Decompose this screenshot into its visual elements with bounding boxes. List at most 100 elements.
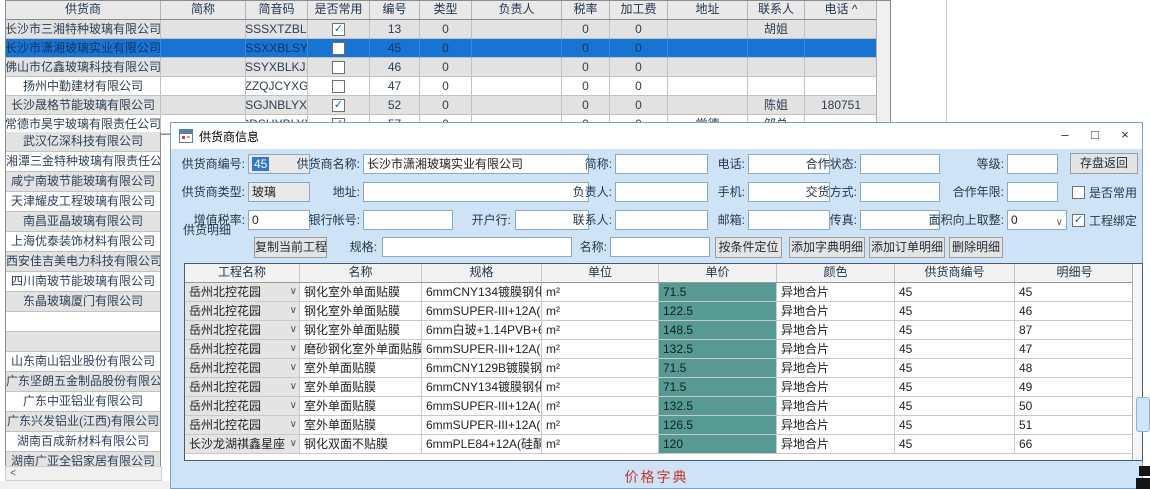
detail-table-row[interactable]: 岳州北控花园∨钢化室外单面贴膜6mmSUPER-III+12A(硅...m²12…	[185, 302, 1142, 321]
column-header-10[interactable]: 地址	[668, 1, 748, 19]
detail-table-row[interactable]: 岳州北控花园∨钢化室外单面贴膜6mm白玻+1.14PVB+6mm...m²148…	[185, 321, 1142, 340]
list-item[interactable]: 广东兴发铝业(江西)有限公司	[6, 412, 160, 432]
contact-field[interactable]	[615, 210, 708, 230]
common-use-checkbox[interactable]	[332, 61, 345, 74]
coop-years-field[interactable]	[1007, 182, 1058, 202]
copy-current-project-button[interactable]: 复制当前工程	[254, 237, 327, 258]
chevron-down-icon[interactable]: ∨	[290, 321, 297, 339]
list-item[interactable]: 西安佳吉美电力科技有限公司	[6, 252, 160, 272]
detail-column-header-2[interactable]: 名称	[300, 264, 422, 282]
chevron-down-icon[interactable]: ∨	[290, 359, 297, 377]
delete-detail-button[interactable]: 删除明细	[949, 237, 1003, 258]
add-dictionary-detail-button[interactable]: 添加字典明细	[789, 237, 865, 258]
detail-table-row[interactable]: 岳州北控花园∨磨砂钢化室外单面贴膜6mmSUPER-III+12A(硅...m²…	[185, 340, 1142, 359]
close-button[interactable]: ×	[1110, 123, 1140, 149]
chevron-down-icon[interactable]: ∨	[290, 283, 297, 301]
table-row[interactable]: 长沙市潇湘玻璃实业有限公司CSSXXBLSY...45000	[6, 39, 890, 58]
column-header-11[interactable]: 联系人	[748, 1, 805, 19]
delivery-mode-field[interactable]	[860, 182, 940, 202]
detail-cell[interactable]: 长沙龙湖祺鑫星座∨	[185, 435, 300, 454]
detail-cell[interactable]: 岳州北控花园∨	[185, 302, 300, 321]
column-header-9[interactable]: 加工费	[610, 1, 668, 19]
common-checkbox-box[interactable]	[1072, 186, 1085, 199]
chevron-down-icon[interactable]: ∨	[290, 416, 297, 434]
chevron-down-icon[interactable]: ∨	[290, 340, 297, 358]
detail-table-row[interactable]: 长沙龙湖祺鑫星座∨钢化双面不贴膜6mmPLE84+12A(硅酮胶...m²120…	[185, 435, 1142, 454]
list-item[interactable]	[6, 312, 160, 332]
area-round-combobox[interactable]: 0 ∨	[1007, 210, 1067, 230]
project-bind-checkbox-box[interactable]	[1072, 214, 1085, 227]
detail-table-row[interactable]: 岳州北控花园∨室外单面贴膜6mmCNY134镀膜钢化m²71.5异地合片4549	[185, 378, 1142, 397]
chevron-down-icon[interactable]: ∨	[290, 378, 297, 396]
chevron-down-icon[interactable]: ∨	[1056, 214, 1063, 230]
list-item[interactable]: 东晶玻璃厦门有限公司	[6, 292, 160, 312]
list-item[interactable]: 山东南山铝业股份有限公司	[6, 352, 160, 372]
detail-cell[interactable]: 岳州北控花园∨	[185, 378, 300, 397]
detail-column-header-1[interactable]: 工程名称	[185, 264, 300, 282]
suppliers-vertical-scrollbar[interactable]	[876, 1, 890, 134]
detail-table-row[interactable]: 岳州北控花园∨钢化室外单面贴膜6mmCNY134镀膜钢化m²71.5异地合片45…	[185, 283, 1142, 302]
locate-by-condition-button[interactable]: 按条件定位	[715, 237, 782, 258]
list-item[interactable]: 咸宁南玻节能玻璃有限公司	[6, 172, 160, 192]
list-item[interactable]: 湖南百成新材料有限公司	[6, 432, 160, 452]
column-header-3[interactable]: 简音码	[246, 1, 308, 19]
maximize-button[interactable]: □	[1080, 123, 1110, 149]
detail-column-header-8[interactable]: 明细号	[1015, 264, 1135, 282]
spec-filter-input[interactable]	[382, 237, 572, 257]
detail-cell[interactable]: 岳州北控花园∨	[185, 283, 300, 302]
save-return-button[interactable]: 存盘返回	[1070, 153, 1138, 174]
short-name-field[interactable]	[615, 154, 708, 174]
list-item[interactable]: 广东中亚铝业有限公司	[6, 392, 160, 412]
grade-field[interactable]	[1007, 154, 1058, 174]
table-row[interactable]: 佛山市亿鑫玻璃科技有限公司FSSYXBLKJ...46000	[6, 58, 890, 77]
list-item[interactable]: 上海优泰装饰材料有限公司	[6, 232, 160, 252]
column-header-7[interactable]: 负责人	[472, 1, 562, 19]
detail-cell[interactable]: 岳州北控花园∨	[185, 340, 300, 359]
chevron-down-icon[interactable]: ∨	[290, 302, 297, 320]
detail-cell[interactable]: 岳州北控花园∨	[185, 359, 300, 378]
table-row[interactable]: 长沙市三湘特种玻璃有限公司CSSSXTZBL...13000胡姐	[6, 20, 890, 39]
list-item[interactable]: 南昌亚晶玻璃有限公司	[6, 212, 160, 232]
list-item[interactable]: 广东坚朗五金制品股份有限公司	[6, 372, 160, 392]
list-item[interactable]: 武汉亿深科技有限公司	[6, 132, 160, 152]
name-filter-input[interactable]	[610, 237, 710, 257]
project-bind-checkbox[interactable]: 工程绑定	[1072, 210, 1137, 230]
table-row[interactable]: 长沙晟格节能玻璃有限公司CSSGJNBLYXGS52000陈姐180751	[6, 96, 890, 115]
detail-column-header-5[interactable]: 单价	[659, 264, 777, 282]
column-header-4[interactable]: 是否常用	[308, 1, 370, 19]
column-header-5[interactable]: 编号	[370, 1, 420, 19]
detail-column-header-7[interactable]: 供货商编号	[895, 264, 1015, 282]
chevron-down-icon[interactable]: ∨	[290, 397, 297, 415]
address-field[interactable]	[363, 182, 589, 202]
minimize-button[interactable]: –	[1050, 123, 1080, 149]
supplier-list-horizontal-scrollbar[interactable]: <	[5, 466, 162, 481]
detail-column-header-4[interactable]: 单位	[542, 264, 659, 282]
leader-field[interactable]	[615, 182, 708, 202]
column-header-12[interactable]: 电话 ^	[805, 1, 878, 19]
detail-table-row[interactable]: 岳州北控花园∨室外单面贴膜6mmSUPER-III+12A(硅...m²126.…	[185, 416, 1142, 435]
column-header-1[interactable]: 供货商	[6, 1, 161, 19]
list-item[interactable]	[6, 332, 160, 352]
common-use-checkbox[interactable]	[332, 42, 345, 55]
list-item[interactable]: 湘潭三金特种玻璃有限责任公司	[6, 152, 160, 172]
list-item[interactable]: 湖南广亚全铝家居有限公司	[6, 452, 160, 466]
detail-column-header-3[interactable]: 规格	[422, 264, 542, 282]
scroll-left-icon[interactable]: <	[6, 467, 20, 480]
supplier-name-field[interactable]: 长沙市潇湘玻璃实业有限公司	[363, 154, 589, 174]
column-header-2[interactable]: 简称	[161, 1, 246, 19]
table-row[interactable]: 扬州中勤建材有限公司YZZQJCYXGS47000	[6, 77, 890, 96]
common-checkbox[interactable]: 是否常用	[1072, 182, 1137, 202]
list-item[interactable]: 天津耀皮工程玻璃有限公司	[6, 192, 160, 212]
column-header-8[interactable]: 税率	[562, 1, 610, 19]
detail-column-header-6[interactable]: 颜色	[777, 264, 895, 282]
bank-account-field[interactable]	[363, 210, 453, 230]
coop-status-field[interactable]	[860, 154, 940, 174]
detail-cell[interactable]: 岳州北控花园∨	[185, 397, 300, 416]
detail-cell[interactable]: 岳州北控花园∨	[185, 321, 300, 340]
common-use-checkbox[interactable]	[332, 99, 345, 112]
detail-table-row[interactable]: 岳州北控花园∨室外单面贴膜6mmSUPER-III+12A(硅...m²132.…	[185, 397, 1142, 416]
detail-cell[interactable]: 岳州北控花园∨	[185, 416, 300, 435]
common-use-checkbox[interactable]	[332, 80, 345, 93]
add-order-detail-button[interactable]: 添加订单明细	[869, 237, 945, 258]
chevron-down-icon[interactable]: ∨	[290, 435, 297, 453]
